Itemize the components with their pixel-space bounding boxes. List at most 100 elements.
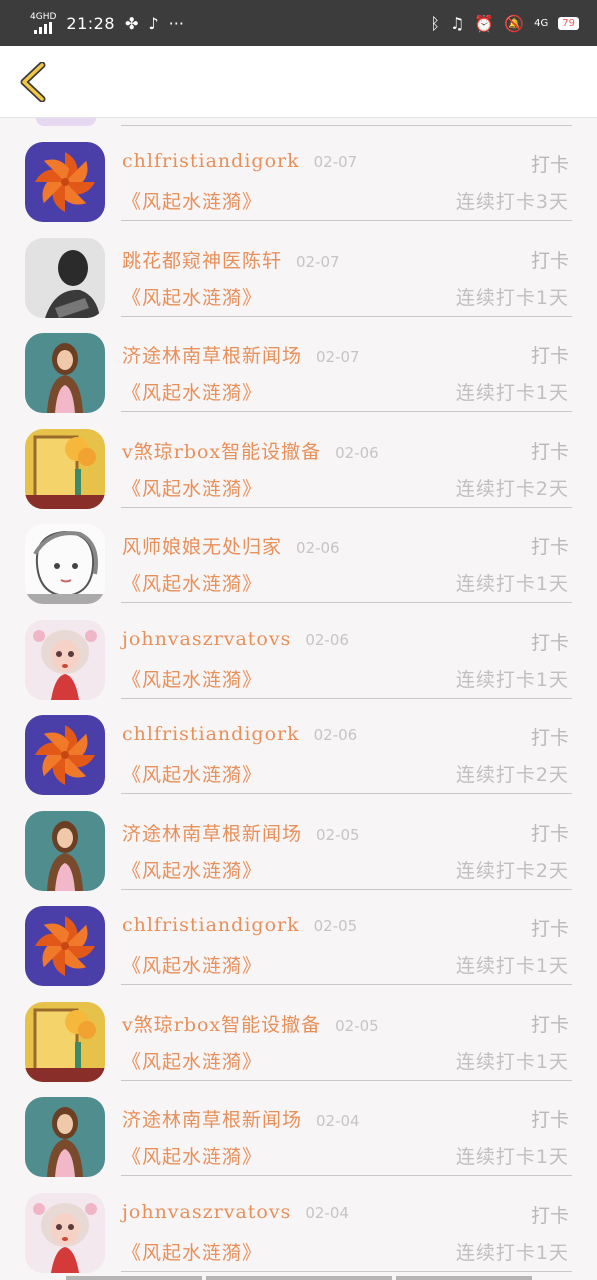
user-name[interactable]: 跳花都窥神医陈轩 02-07 [122,246,340,273]
user-name-text: johnvaszrvatovs [122,1200,292,1223]
list-item[interactable]: 济途林南草根新闻场 02-07 打卡《风起水涟漪》 连续打卡1天 [0,317,597,413]
checkin-type: 打卡 [530,727,569,749]
user-name-text: johnvaszrvatovs [122,627,292,650]
checkin-date: 02-04 [305,1203,349,1222]
checkin-type: 打卡 [530,249,569,272]
avatar[interactable] [25,810,105,891]
streak-count: 连续打卡1天 [455,1146,569,1168]
user-name[interactable]: chlfristiandigork 02-05 [122,914,357,936]
book-title[interactable]: 《风起水涟漪》 [122,378,262,405]
book-title[interactable]: 《风起水涟漪》 [122,474,262,501]
avatar[interactable] [25,1001,105,1082]
checkin-date: 02-06 [305,630,349,649]
network-type: 4GHD [30,11,57,22]
user-name-text: 济途林南草根新闻场 [122,1109,303,1131]
list-item[interactable]: 济途林南草根新闻场 02-04 打卡 《风起水涟漪》 连续打卡1天 [0,1081,597,1177]
streak-count: 连续打卡1天 [455,382,569,404]
list-item[interactable]: 风师娘娘无处归家 02-06 打卡 《风起水涟漪》 连续打卡1天 [0,508,597,604]
headphones-icon: ♫ [449,13,465,33]
avatar[interactable] [25,237,105,318]
fan-icon: ✤ [125,13,139,33]
streak-count: 连续打卡2天 [455,859,569,882]
book-title[interactable]: 《风起水涟漪》 [122,856,262,883]
book-title[interactable]: 《风起水涟漪》 [122,1047,262,1074]
checkin-date: 02-05 [313,917,358,935]
list-item[interactable]: chlfristiandigork 02-06 打卡《风起水涟漪》 连续打卡2天 [0,699,597,795]
book-title[interactable]: 《风起水涟漪》 [122,187,262,214]
checkin-date: 02-06 [335,443,379,462]
list-item[interactable]: johnvaszrvatovs 02-04 打卡《风起水涟漪》 连续打卡1天 [0,1177,597,1273]
user-name-text: 济途林南草根新闻场 [122,822,303,845]
streak-count: 连续打卡2天 [455,477,569,500]
checkin-date: 02-06 [313,726,358,744]
user-name-text: chlfristiandigork [122,914,300,936]
streak-count: 连续打卡1天 [455,286,569,309]
user-name[interactable]: v煞琼rbox智能设撤备 02-05 [122,1010,379,1037]
streak-count: 连续打卡3天 [455,191,569,213]
list-item[interactable]: v煞琼rbox智能设撤备 02-06 打卡《风起水涟漪》 连续打卡2天 [0,413,597,509]
battery-icon: 79 [558,16,579,30]
book-title[interactable]: 《风起水涟漪》 [122,951,262,978]
avatar[interactable] [25,715,105,795]
avatar[interactable] [25,619,105,700]
streak-count: 连续打卡1天 [455,668,569,691]
book-title[interactable]: 《风起水涟漪》 [122,569,262,596]
user-name[interactable]: johnvaszrvatovs 02-06 [122,628,349,650]
checkin-type: 打卡 [530,822,569,845]
scrollbar-segment [66,1276,202,1280]
avatar [36,118,96,126]
book-title[interactable]: 《风起水涟漪》 [122,665,262,692]
user-name[interactable]: 济途林南草根新闻场 02-05 [122,819,360,846]
user-name[interactable]: v煞琼rbox智能设撤备 02-06 [122,437,379,464]
clock-time: 21:28 [66,13,116,33]
list-item[interactable]: v煞琼rbox智能设撤备 02-05 打卡 《风起水涟漪》 连续打卡1天 [0,986,597,1082]
avatar[interactable] [25,428,105,509]
tiktok-icon: ♪ [148,13,159,33]
user-name[interactable]: 风师娘娘无处归家 02-06 [122,532,340,559]
avatar[interactable] [25,333,105,413]
avatar[interactable] [25,1192,105,1273]
signal-icon [34,21,53,34]
mute-icon: 🔕 [504,13,525,33]
previous-item-partial [0,118,597,126]
alarm-icon: ⏰ [474,13,495,33]
user-name-text: v煞琼rbox智能设撤备 [122,1013,322,1036]
status-bar: 4GHD 21:28 ✤ ♪ ··· ᛒ ♫ ⏰ 🔕 4G 79 [0,0,597,46]
checkin-date: 02-07 [296,252,340,271]
checkin-date: 02-07 [313,153,358,171]
network-indicator: 4GHD [30,11,57,34]
book-title[interactable]: 《风起水涟漪》 [122,760,262,787]
user-name[interactable]: 济途林南草根新闻场 02-07 [122,341,360,368]
checkin-date: 02-05 [316,825,360,844]
checkin-type: 打卡 [530,440,569,463]
user-name-text: chlfristiandigork [122,150,300,172]
scrollbar-segment [396,1276,532,1280]
user-name-text: chlfristiandigork [122,723,300,745]
user-name[interactable]: johnvaszrvatovs 02-04 [122,1201,349,1223]
4g-icon: 4G [534,17,549,29]
streak-count: 连续打卡2天 [455,764,569,786]
list-item[interactable]: chlfristiandigork 02-07 打卡 《风起水涟漪》 连续打卡3天 [0,126,597,222]
checkin-type: 打卡 [530,1204,569,1227]
user-name[interactable]: chlfristiandigork 02-06 [122,723,357,745]
user-name[interactable]: chlfristiandigork 02-07 [122,150,357,172]
book-title[interactable]: 《风起水涟漪》 [122,283,262,310]
more-dots-icon: ··· [168,13,184,33]
user-name[interactable]: 济途林南草根新闻场 02-04 [122,1105,360,1132]
list-item[interactable]: johnvaszrvatovs 02-06 打卡 《风起水涟漪》 连续打卡1天 [0,604,597,700]
checkin-type: 打卡 [530,345,569,367]
book-title[interactable]: 《风起水涟漪》 [122,1142,262,1169]
list-item[interactable]: chlfristiandigork 02-05 打卡 《风起水涟漪》 连续打卡1天 [0,890,597,986]
avatar[interactable] [25,142,105,222]
list-item[interactable]: 济途林南草根新闻场 02-05 打卡《风起水涟漪》 连续打卡2天 [0,795,597,891]
bluetooth-icon: ᛒ [430,13,440,33]
user-name-text: 济途林南草根新闻场 [122,345,303,367]
list-item[interactable]: 跳花都窥神医陈轩 02-07 打卡《风起水涟漪》 连续打卡1天 [0,222,597,318]
avatar[interactable] [25,906,105,986]
book-title[interactable]: 《风起水涟漪》 [122,1238,262,1265]
streak-count: 连续打卡1天 [455,1241,569,1264]
chevron-left-icon[interactable] [18,62,48,102]
avatar[interactable] [25,1097,105,1177]
streak-count: 连续打卡1天 [455,955,569,977]
avatar[interactable] [25,524,105,604]
